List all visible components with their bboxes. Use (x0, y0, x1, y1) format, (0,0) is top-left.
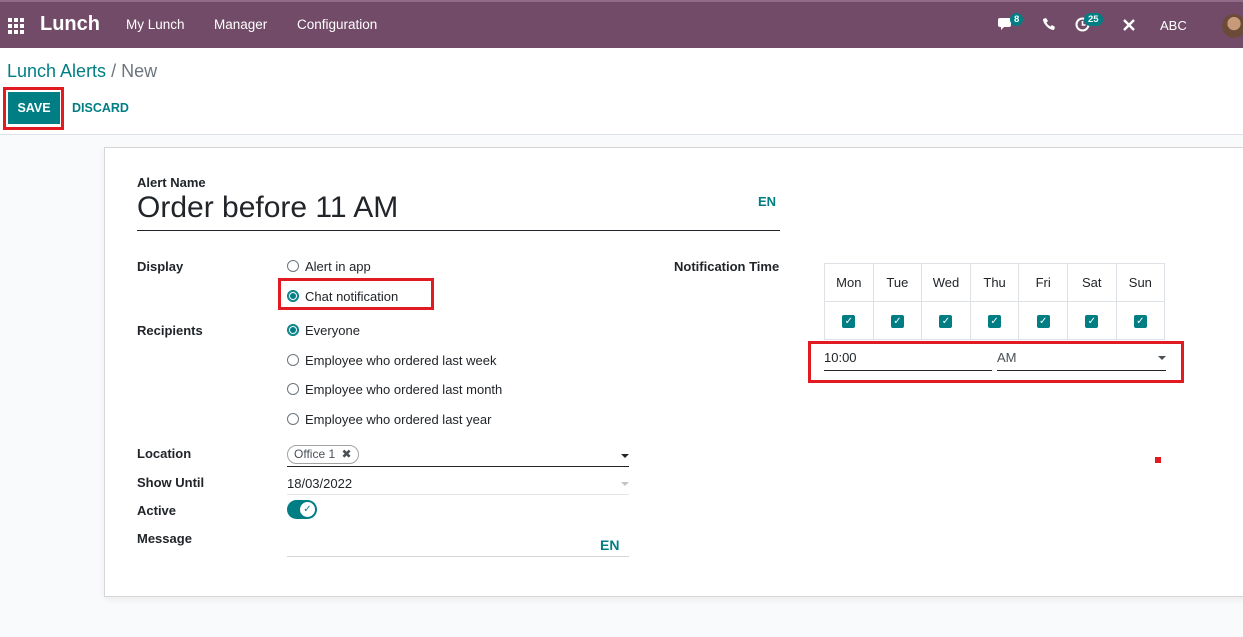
active-toggle[interactable]: ✓ (287, 500, 317, 519)
day-cell-tue: ✓ (872, 301, 923, 340)
red-marker (1155, 457, 1161, 463)
check-icon: ✓ (300, 502, 315, 517)
day-checkbox-sat[interactable]: ✓ (1085, 315, 1099, 329)
location-field[interactable]: Office 1 ✖ (287, 443, 629, 467)
debug-tools-icon[interactable] (1122, 18, 1136, 36)
location-tag: Office 1 ✖ (287, 445, 359, 464)
recipients-last-year-label: Employee who ordered last year (305, 412, 492, 427)
recipients-everyone-radio[interactable] (287, 324, 299, 336)
location-dropdown-caret-icon[interactable] (621, 454, 629, 458)
menu-configuration[interactable]: Configuration (297, 17, 377, 32)
control-panel: Lunch Alerts / New SAVE DISCARD (0, 48, 1243, 135)
recipients-last-year-radio[interactable] (287, 413, 299, 425)
breadcrumb: Lunch Alerts / New (7, 61, 157, 82)
day-header-mon: Mon (824, 263, 874, 302)
day-checkbox-sun[interactable]: ✓ (1133, 315, 1147, 329)
day-header-sun: Sun (1115, 263, 1166, 302)
message-lang-button[interactable]: EN (600, 537, 619, 553)
show-until-label: Show Until (137, 475, 205, 490)
show-until-date-input[interactable]: 18/03/2022 (287, 473, 629, 495)
apps-menu-icon[interactable] (8, 18, 24, 34)
display-chat-notification-label: Chat notification (305, 289, 399, 304)
day-header-sat: Sat (1066, 263, 1117, 302)
location-label: Location (137, 446, 192, 461)
ampm-value: AM (997, 350, 1017, 365)
user-avatar[interactable] (1222, 14, 1243, 38)
day-header-fri: Fri (1018, 263, 1068, 302)
weekday-table: Mon Tue Wed Thu Fri Sat Sun ✓ ✓ ✓ ✓ ✓ ✓ … (824, 263, 1166, 340)
alert-name-input[interactable]: Order before 11 AM (137, 191, 780, 231)
phone-icon[interactable] (1043, 18, 1056, 35)
day-checkbox-fri[interactable]: ✓ (1036, 315, 1050, 329)
day-cell-mon: ✓ (824, 301, 874, 340)
notification-time-input[interactable]: 10:00 (824, 347, 992, 371)
show-until-caret-icon[interactable] (621, 482, 629, 486)
remove-tag-icon[interactable]: ✖ (341, 447, 351, 461)
day-checkbox-tue[interactable]: ✓ (890, 315, 904, 329)
day-checkbox-wed[interactable]: ✓ (939, 315, 953, 329)
day-header-thu: Thu (969, 263, 1020, 302)
day-checkbox-mon[interactable]: ✓ (842, 315, 856, 329)
message-label: Message (137, 531, 192, 546)
recipients-everyone-label: Everyone (305, 323, 360, 338)
top-navbar: Lunch My Lunch Manager Configuration 8 2… (0, 0, 1243, 48)
breadcrumb-separator: / (111, 61, 117, 81)
day-cell-sun: ✓ (1115, 301, 1166, 340)
display-chat-notification-radio[interactable] (287, 290, 299, 302)
discard-button[interactable]: DISCARD (72, 101, 129, 115)
location-tag-label: Office 1 (294, 447, 336, 461)
day-cell-thu: ✓ (969, 301, 1020, 340)
recipients-last-month-radio[interactable] (287, 383, 299, 395)
alert-name-label: Alert Name (137, 175, 206, 190)
recipients-last-week-radio[interactable] (287, 354, 299, 366)
ampm-select[interactable]: AM (997, 347, 1166, 371)
display-alert-in-app-label: Alert in app (305, 259, 371, 274)
day-header-tue: Tue (872, 263, 923, 302)
day-cell-sat: ✓ (1066, 301, 1117, 340)
app-brand[interactable]: Lunch (40, 13, 100, 36)
day-checkbox-thu[interactable]: ✓ (988, 315, 1002, 329)
recipients-label: Recipients (137, 323, 203, 338)
alert-name-lang-button[interactable]: EN (758, 194, 776, 209)
breadcrumb-parent-link[interactable]: Lunch Alerts (7, 61, 106, 81)
active-label: Active (137, 503, 177, 518)
notification-time-label: Notification Time (674, 259, 780, 274)
recipients-last-month-label: Employee who ordered last month (305, 382, 503, 397)
day-cell-fri: ✓ (1018, 301, 1068, 340)
display-alert-in-app-radio[interactable] (287, 260, 299, 272)
activities-badge: 25 (1084, 13, 1103, 26)
show-until-value: 18/03/2022 (287, 476, 353, 491)
recipients-last-week-label: Employee who ordered last week (305, 353, 497, 368)
breadcrumb-current: New (121, 61, 158, 81)
ampm-caret-icon (1158, 356, 1166, 360)
day-cell-wed: ✓ (921, 301, 971, 340)
display-label: Display (137, 259, 184, 274)
menu-manager[interactable]: Manager (214, 17, 267, 32)
menu-my-lunch[interactable]: My Lunch (126, 17, 185, 32)
message-input[interactable] (287, 532, 629, 557)
messages-badge: 8 (1010, 13, 1024, 26)
save-button[interactable]: SAVE (8, 92, 60, 124)
day-header-wed: Wed (921, 263, 971, 302)
company-switcher[interactable]: ABC (1160, 18, 1187, 33)
